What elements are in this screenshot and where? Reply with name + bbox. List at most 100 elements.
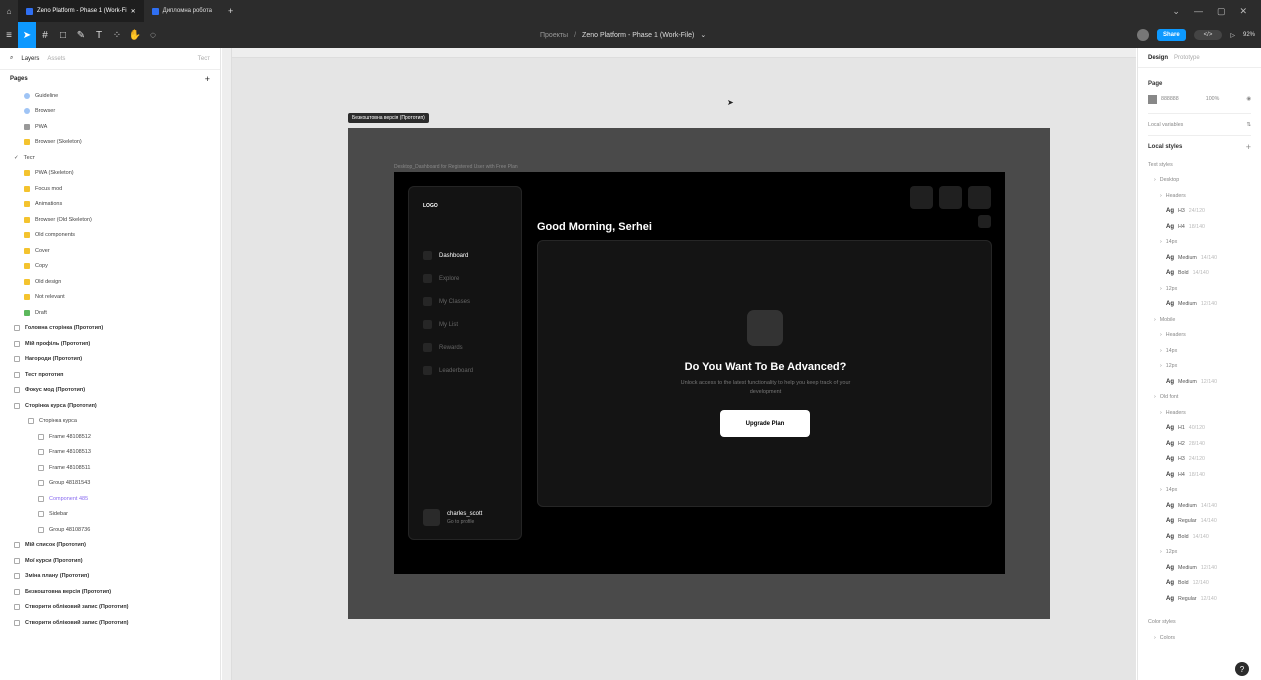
page-item[interactable]: Guideline	[0, 88, 220, 104]
style-group[interactable]: › 14px	[1148, 343, 1251, 359]
collapse-icon[interactable]: ›	[1160, 487, 1162, 493]
collapse-icon[interactable]: ›	[1154, 177, 1156, 183]
chevron-down-icon[interactable]: ⌄	[1172, 6, 1180, 17]
sidebar-item-rewards[interactable]: Rewards	[423, 343, 463, 352]
style-group[interactable]: › 14px	[1148, 235, 1251, 251]
small-icon-button[interactable]	[978, 215, 991, 228]
chevron-down-icon[interactable]: ⌄	[700, 31, 706, 39]
profile-link[interactable]: Go to profile	[447, 519, 482, 525]
page-item[interactable]: Old design	[0, 274, 220, 290]
shape-tool-icon[interactable]: □	[54, 22, 72, 48]
close-window-icon[interactable]: ✕	[1239, 6, 1247, 17]
page-item[interactable]: Old components	[0, 228, 220, 244]
text-style-item[interactable]: Ag H3 24/120	[1148, 452, 1251, 468]
collapse-icon[interactable]: ›	[1160, 363, 1162, 369]
frame-label[interactable]: Безкоштовна версія (Прототип)	[348, 113, 429, 123]
page-item[interactable]: Group 48181543	[0, 476, 220, 492]
sidebar-item-my-list[interactable]: My List	[423, 320, 458, 329]
page-opacity[interactable]: 100%	[1206, 96, 1220, 102]
tab-design[interactable]: Design	[1148, 55, 1168, 61]
collapse-icon[interactable]: ›	[1160, 332, 1162, 338]
home-icon[interactable]: ⌂	[0, 0, 18, 24]
local-variables[interactable]: Local variables	[1148, 122, 1183, 128]
page-item[interactable]: Створити обліковий запис (Прототип)	[0, 615, 220, 631]
search-icon[interactable]: ⌕	[10, 55, 13, 62]
page-item[interactable]: Animations	[0, 197, 220, 213]
help-icon[interactable]: ?	[1235, 662, 1249, 676]
close-icon[interactable]: ✕	[131, 8, 136, 15]
collapse-icon[interactable]: ›	[1160, 348, 1162, 354]
collapse-icon[interactable]: ›	[1154, 394, 1156, 400]
style-group[interactable]: › Headers	[1148, 188, 1251, 204]
sidebar-item-my-classes[interactable]: My Classes	[423, 297, 470, 306]
style-group[interactable]: › Headers	[1148, 328, 1251, 344]
canvas[interactable]: ➤ Безкоштовна версія (Прототип) Desktop_…	[222, 48, 1136, 680]
page-item[interactable]: Draft	[0, 305, 220, 321]
tab-file-2[interactable]: Дипломна робота	[144, 0, 220, 22]
user-profile[interactable]: charles_scott Go to profile	[423, 509, 482, 526]
text-style-item[interactable]: Ag Bold 14/140	[1148, 529, 1251, 545]
current-page-name[interactable]: Тест	[198, 56, 210, 62]
dashboard-frame[interactable]: LOGO Dashboard Explore My Classes My List Re…	[394, 172, 1005, 574]
page-item[interactable]: Not relevant	[0, 290, 220, 306]
file-name[interactable]: Zeno Platform - Phase 1 (Work-File)	[582, 32, 694, 39]
page-item[interactable]: Frame 48108512	[0, 429, 220, 445]
text-style-item[interactable]: Ag H4 18/140	[1148, 467, 1251, 483]
header-icon-button[interactable]	[910, 186, 933, 209]
breadcrumb-root[interactable]: Проекты	[540, 32, 568, 39]
add-style-icon[interactable]: +	[1246, 142, 1251, 152]
page-item[interactable]: Головна сторінка (Прототип)	[0, 321, 220, 337]
text-style-item[interactable]: Ag Regular 14/140	[1148, 514, 1251, 530]
page-item[interactable]: PWA (Skeleton)	[0, 166, 220, 182]
page-item[interactable]: Group 48108736	[0, 522, 220, 538]
text-tool-icon[interactable]: T	[90, 22, 108, 48]
main-menu-icon[interactable]: ≡	[0, 22, 18, 48]
style-group[interactable]: › 12px	[1148, 545, 1251, 561]
zoom-level[interactable]: 92%	[1243, 32, 1255, 38]
page-item[interactable]: Безкоштовна версія (Прототип)	[0, 584, 220, 600]
collapse-icon[interactable]: ›	[1154, 635, 1156, 641]
text-style-item[interactable]: Ag Medium 12/140	[1148, 560, 1251, 576]
page-item[interactable]: Нагороди (Прототип)	[0, 352, 220, 368]
add-page-icon[interactable]: +	[205, 74, 210, 84]
share-button[interactable]: Share	[1156, 29, 1186, 41]
dev-mode-toggle[interactable]: </>	[1193, 30, 1223, 40]
page-item[interactable]: Фокус мод (Прототип)	[0, 383, 220, 399]
inner-frame-label[interactable]: Desktop_Dashboard for Registered User wi…	[394, 164, 518, 170]
tab-assets[interactable]: Assets	[47, 56, 65, 62]
collapse-icon[interactable]: ›	[1154, 317, 1156, 323]
text-style-item[interactable]: Ag H4 18/140	[1148, 219, 1251, 235]
upgrade-plan-button[interactable]: Upgrade Plan	[720, 410, 810, 437]
text-style-item[interactable]: Ag Medium 12/140	[1148, 297, 1251, 313]
style-group[interactable]: › Desktop	[1148, 173, 1251, 189]
text-style-item[interactable]: Ag Medium 14/140	[1148, 498, 1251, 514]
page-item[interactable]: Зміна плану (Прототип)	[0, 569, 220, 585]
style-group[interactable]: › 14px	[1148, 483, 1251, 499]
text-style-item[interactable]: Ag Medium 12/140	[1148, 374, 1251, 390]
frame-tool-icon[interactable]: #	[36, 22, 54, 48]
page-item[interactable]: Мої курси (Прототип)	[0, 553, 220, 569]
style-group[interactable]: › 12px	[1148, 281, 1251, 297]
page-item[interactable]: PWA	[0, 119, 220, 135]
avatar[interactable]	[1136, 29, 1149, 41]
maximize-icon[interactable]: ▢	[1217, 6, 1226, 17]
style-group[interactable]: › Mobile	[1148, 312, 1251, 328]
page-color-swatch[interactable]	[1148, 94, 1157, 104]
text-style-item[interactable]: Ag Bold 12/140	[1148, 576, 1251, 592]
text-style-item[interactable]: Ag H2 28/140	[1148, 436, 1251, 452]
style-group[interactable]: › Old font	[1148, 390, 1251, 406]
page-item[interactable]: Frame 48108511	[0, 460, 220, 476]
text-style-item[interactable]: Ag Medium 14/140	[1148, 250, 1251, 266]
page-item[interactable]: Frame 48108513	[0, 445, 220, 461]
page-item[interactable]: Тест прототип	[0, 367, 220, 383]
page-color-value[interactable]: 888888	[1161, 96, 1179, 102]
sidebar-item-leaderboard[interactable]: Leaderboard	[423, 366, 473, 375]
move-tool-icon[interactable]: ➤	[18, 22, 36, 48]
pen-tool-icon[interactable]: ✎	[72, 22, 90, 48]
page-item[interactable]: Мій список (Прототип)	[0, 538, 220, 554]
collapse-icon[interactable]: ›	[1160, 410, 1162, 416]
page-item[interactable]: ✓ Тест	[0, 150, 220, 166]
tab-prototype[interactable]: Prototype	[1174, 55, 1200, 61]
hand-tool-icon[interactable]: ✋	[126, 22, 144, 48]
minimize-icon[interactable]: —	[1194, 6, 1203, 17]
